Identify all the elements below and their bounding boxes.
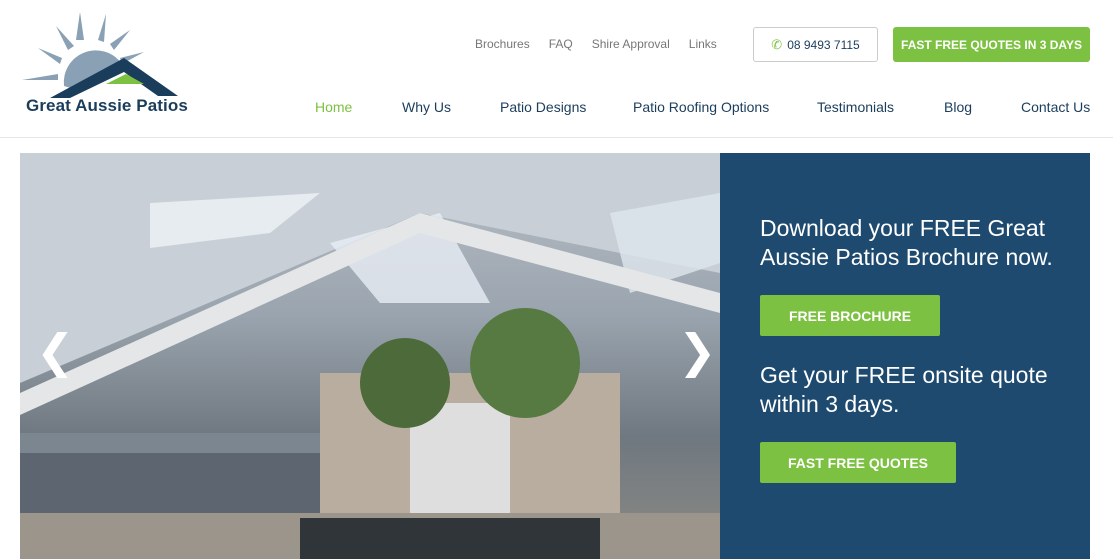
quote-heading: Get your FREE onsite quote within 3 days… <box>760 362 1048 417</box>
link-links[interactable]: Links <box>689 37 717 51</box>
logo-text[interactable]: Great Aussie Patios <box>26 96 188 116</box>
patio-photo: ❮ ❯ <box>20 153 720 559</box>
top-links: Brochures FAQ Shire Approval Links <box>475 37 717 51</box>
link-brochures[interactable]: Brochures <box>475 37 530 51</box>
link-shire-approval[interactable]: Shire Approval <box>592 37 670 51</box>
phone-number: 08 9493 7115 <box>787 37 860 52</box>
hero-slider: ❮ ❯ Download your FREE Great Aussie Pati… <box>20 153 1090 559</box>
link-faq[interactable]: FAQ <box>549 37 573 51</box>
phone-button[interactable]: ✆ 08 9493 7115 <box>753 27 878 62</box>
cta-panel: Download your FREE Great Aussie Patios B… <box>720 153 1090 559</box>
fast-free-quotes-button[interactable]: FAST FREE QUOTES IN 3 DAYS <box>893 27 1090 62</box>
nav-patio-designs[interactable]: Patio Designs <box>500 99 586 115</box>
free-brochure-button[interactable]: FREE BROCHURE <box>760 295 940 336</box>
chevron-right-icon[interactable]: ❯ <box>678 328 717 374</box>
nav-why-us[interactable]: Why Us <box>402 99 451 115</box>
nav-home[interactable]: Home <box>315 99 352 115</box>
site-header: Great Aussie Patios Brochures FAQ Shire … <box>0 0 1113 138</box>
phone-icon: ✆ <box>771 36 783 52</box>
nav-contact-us[interactable]: Contact Us <box>1021 99 1090 115</box>
brochure-heading: Download your FREE Great Aussie Patios B… <box>760 215 1053 270</box>
fast-free-quotes-hero-button[interactable]: FAST FREE QUOTES <box>760 442 956 483</box>
patio-illustration <box>20 153 720 559</box>
nav-patio-roofing-options[interactable]: Patio Roofing Options <box>633 99 769 115</box>
nav-testimonials[interactable]: Testimonials <box>817 99 894 115</box>
chevron-left-icon[interactable]: ❮ <box>36 328 75 374</box>
nav-blog[interactable]: Blog <box>944 99 972 115</box>
